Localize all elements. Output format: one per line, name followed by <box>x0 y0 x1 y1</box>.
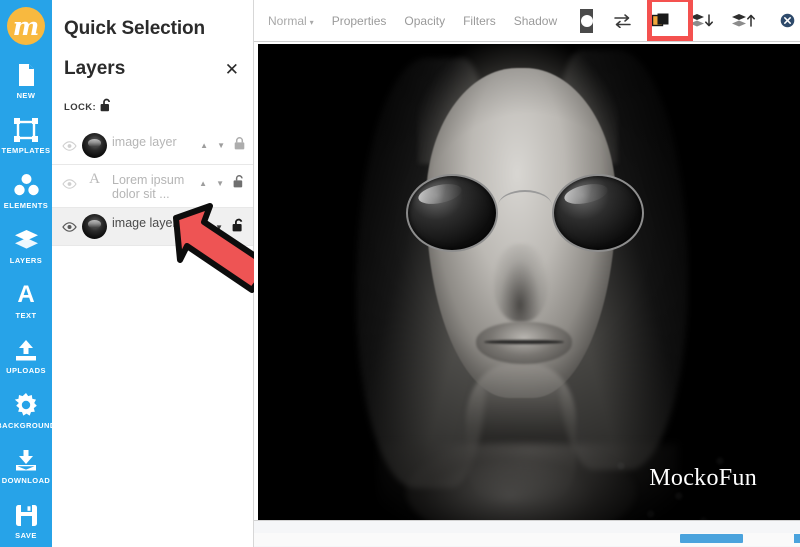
layer-name: image layer <box>112 135 177 149</box>
photo-vignette <box>258 44 800 520</box>
delete-circle-icon[interactable] <box>774 8 800 34</box>
visibility-eye-icon[interactable] <box>62 214 82 237</box>
layer-row-text[interactable]: A Lorem ipsum dolor sit ... ▲ ▼ <box>52 165 253 208</box>
app-logo[interactable]: m <box>7 7 45 45</box>
duplicate-layer-icon[interactable] <box>648 8 674 34</box>
rail-item-save[interactable]: SAVE <box>0 502 52 540</box>
rail-label-background: BACKGROUND <box>0 421 56 430</box>
move-layer-down-icon[interactable]: ▼ <box>216 180 224 188</box>
rail-label-download: DOWNLOAD <box>1 476 51 485</box>
visibility-eye-icon[interactable] <box>62 133 82 156</box>
layer-thumbnail <box>82 214 107 239</box>
frame-icon <box>14 117 38 143</box>
floppy-disk-icon <box>15 502 38 528</box>
rail-item-templates[interactable]: TEMPLATES <box>0 117 52 155</box>
mask-circle-dot <box>580 14 593 27</box>
shadow-button[interactable]: Shadow <box>505 14 566 28</box>
rail-item-download[interactable]: DOWNLOAD <box>0 447 52 485</box>
rail-item-elements[interactable]: ELEMENTS <box>0 172 52 210</box>
rail-label-save: SAVE <box>15 531 37 540</box>
left-icon-rail: m NEW TEMPLATES ELEMENTS LAYERS A TEXT U… <box>0 0 55 547</box>
rail-item-uploads[interactable]: UPLOADS <box>0 337 52 375</box>
portrait-photo <box>258 44 800 520</box>
gear-icon <box>14 392 38 418</box>
blend-mode-value: Normal <box>268 13 307 28</box>
properties-button[interactable]: Properties <box>323 14 396 28</box>
layer-name: image layer <box>112 216 177 230</box>
rail-label-new: NEW <box>16 91 36 100</box>
page-icon <box>16 62 37 88</box>
rail-label-uploads: UPLOADS <box>6 366 46 375</box>
upload-icon <box>14 337 38 363</box>
flip-horizontal-icon[interactable] <box>609 8 635 34</box>
mockofun-editor: m NEW TEMPLATES ELEMENTS LAYERS A TEXT U… <box>0 0 800 547</box>
layer-row-controls: ▲ ▼ <box>200 133 245 155</box>
lock-closed-icon[interactable] <box>234 137 245 155</box>
rail-label-templates: TEMPLATES <box>1 146 51 155</box>
close-icon[interactable]: ✕ <box>225 61 239 78</box>
rail-item-text[interactable]: A TEXT <box>0 281 52 321</box>
layer-name: Lorem ipsum dolor sit ... <box>112 173 185 201</box>
blend-mode-dropdown[interactable]: Normal ▾ <box>254 14 323 28</box>
unlock-icon[interactable] <box>100 98 113 117</box>
app-logo-letter: m <box>12 11 40 41</box>
layers-panel-header: Layers ✕ <box>52 40 253 80</box>
rail-item-new[interactable]: NEW <box>0 62 52 100</box>
rail-label-elements: ELEMENTS <box>3 201 49 210</box>
download-icon <box>14 447 38 473</box>
rail-item-background[interactable]: BACKGROUND <box>0 392 55 430</box>
chevron-down-icon: ▾ <box>309 17 314 27</box>
move-layer-up-icon[interactable]: ▲ <box>199 180 207 188</box>
layers-icon <box>14 227 39 253</box>
canvas-artboard[interactable]: MockoFun <box>258 44 800 520</box>
layer-thumbnail <box>82 133 107 158</box>
move-layer-down-icon[interactable]: ▼ <box>215 223 223 232</box>
shapes-icon <box>13 172 39 198</box>
lock-row: LOCK: <box>52 80 253 117</box>
watermark-text: MockoFun <box>649 465 757 491</box>
text-layer-icon: A <box>89 171 100 187</box>
mask-circle-icon[interactable] <box>580 8 594 33</box>
layer-list: image layer ▲ ▼ A Lorem ipsum dolor sit … <box>52 127 253 246</box>
layers-panel: Quick Selection Layers ✕ LOCK: image lay… <box>52 0 273 547</box>
layer-row-image-1[interactable]: image layer ▲ ▼ <box>52 127 253 165</box>
rail-label-text: TEXT <box>15 311 37 320</box>
letter-a-icon: A <box>17 281 35 308</box>
rail-item-layers[interactable]: LAYERS <box>0 227 52 265</box>
horizontal-scrollbar[interactable] <box>254 520 800 547</box>
layer-row-image-2[interactable]: image layer ▲ ▼ <box>52 208 253 246</box>
canvas-toolbar: Normal ▾ Properties Opacity Filters Shado… <box>254 0 800 42</box>
move-layer-down-icon[interactable]: ▼ <box>217 142 225 150</box>
move-layer-up-icon[interactable]: ▲ <box>198 223 206 232</box>
layer-row-controls: ▲ ▼ <box>199 171 245 193</box>
filters-button[interactable]: Filters <box>454 14 505 28</box>
scrollbar-end-marker[interactable] <box>794 534 800 543</box>
unlock-icon[interactable] <box>232 218 245 237</box>
layers-up-icon[interactable] <box>730 8 756 34</box>
opacity-button[interactable]: Opacity <box>395 14 454 28</box>
canvas-viewport[interactable]: MockoFun <box>254 42 800 520</box>
move-layer-up-icon[interactable]: ▲ <box>200 142 208 150</box>
visibility-eye-icon[interactable] <box>62 171 82 194</box>
scrollbar-thumb[interactable] <box>680 534 743 543</box>
layers-down-icon[interactable] <box>688 8 714 34</box>
unlock-icon[interactable] <box>233 175 245 193</box>
lock-label: LOCK: <box>64 102 97 113</box>
duplicate-layer-button-wrapper <box>647 0 694 41</box>
layer-row-controls: ▲ ▼ <box>198 214 245 237</box>
quick-selection-title: Quick Selection <box>64 18 206 39</box>
rail-label-layers: LAYERS <box>9 256 43 265</box>
layers-panel-title: Layers <box>64 58 126 79</box>
